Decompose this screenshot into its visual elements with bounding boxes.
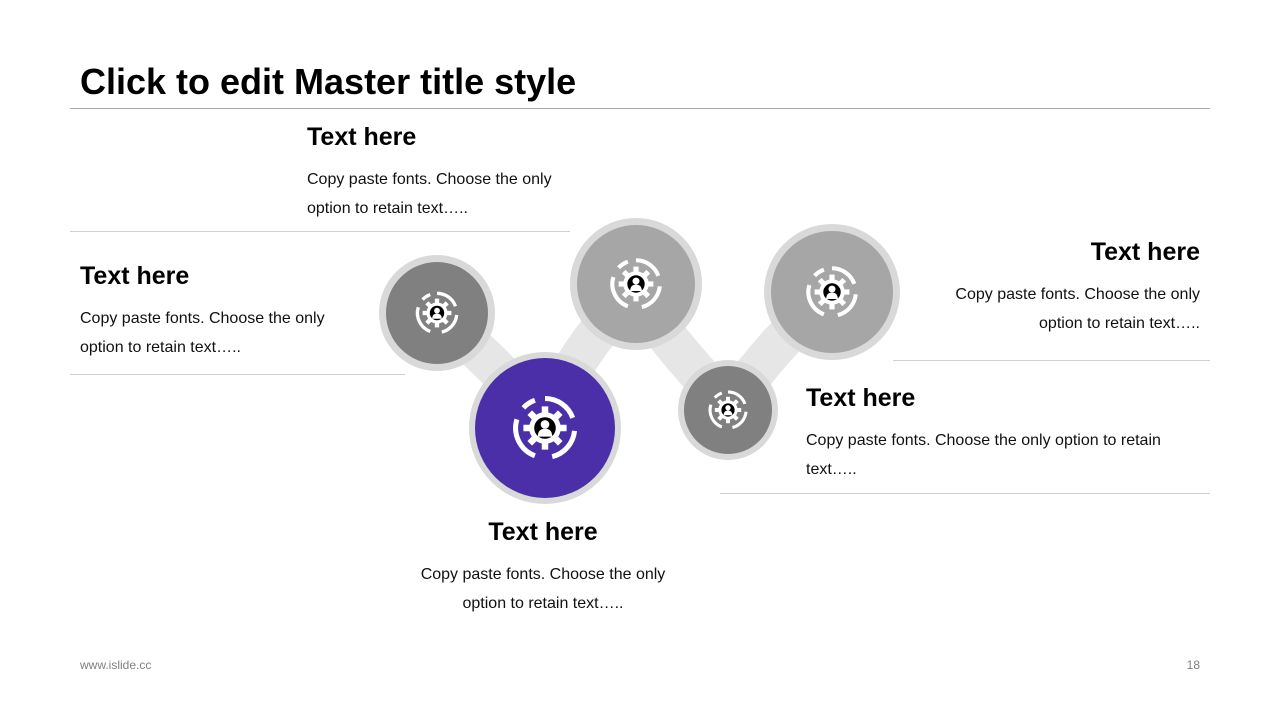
node-3 <box>764 224 900 360</box>
block-body: Copy paste fonts. Choose the only option… <box>307 171 552 217</box>
block-heading: Text here <box>1090 238 1200 266</box>
gear-user-icon <box>516 398 575 456</box>
page-number: 18 <box>1186 658 1200 672</box>
gear-user-icon <box>808 268 855 315</box>
block-heading: Text here <box>488 518 598 546</box>
block-body: Copy paste fonts. Choose the only option… <box>80 310 325 356</box>
node-5-highlight <box>469 352 621 504</box>
node-4 <box>678 360 778 460</box>
node-1 <box>379 255 495 371</box>
node-2 <box>570 218 702 350</box>
divider-left <box>70 374 405 375</box>
divider-top <box>70 231 570 232</box>
footer-url: www.islide.cc <box>80 658 152 672</box>
block-heading: Text here <box>307 123 417 151</box>
text-block-right-bottom: Text here Copy paste fonts. Choose the o… <box>806 383 1186 484</box>
gear-user-icon <box>415 291 459 334</box>
block-body: Copy paste fonts. Choose the only option… <box>955 286 1200 332</box>
block-heading: Text here <box>806 384 916 412</box>
text-block-left: Text here Copy paste fonts. Choose the o… <box>80 261 350 362</box>
text-block-right-top: Text here Copy paste fonts. Choose the o… <box>930 237 1200 338</box>
text-block-top: Text here Copy paste fonts. Choose the o… <box>307 122 577 223</box>
block-body: Copy paste fonts. Choose the only option… <box>420 566 666 612</box>
gear-user-icon <box>612 260 659 307</box>
block-body: Copy paste fonts. Choose the only option… <box>806 432 1161 478</box>
block-heading: Text here <box>80 262 190 290</box>
gear-user-icon <box>708 390 748 430</box>
text-block-bottom: Text here Copy paste fonts. Choose the o… <box>408 517 678 618</box>
divider-right-top <box>893 360 1210 361</box>
divider-right-bottom <box>720 493 1210 494</box>
